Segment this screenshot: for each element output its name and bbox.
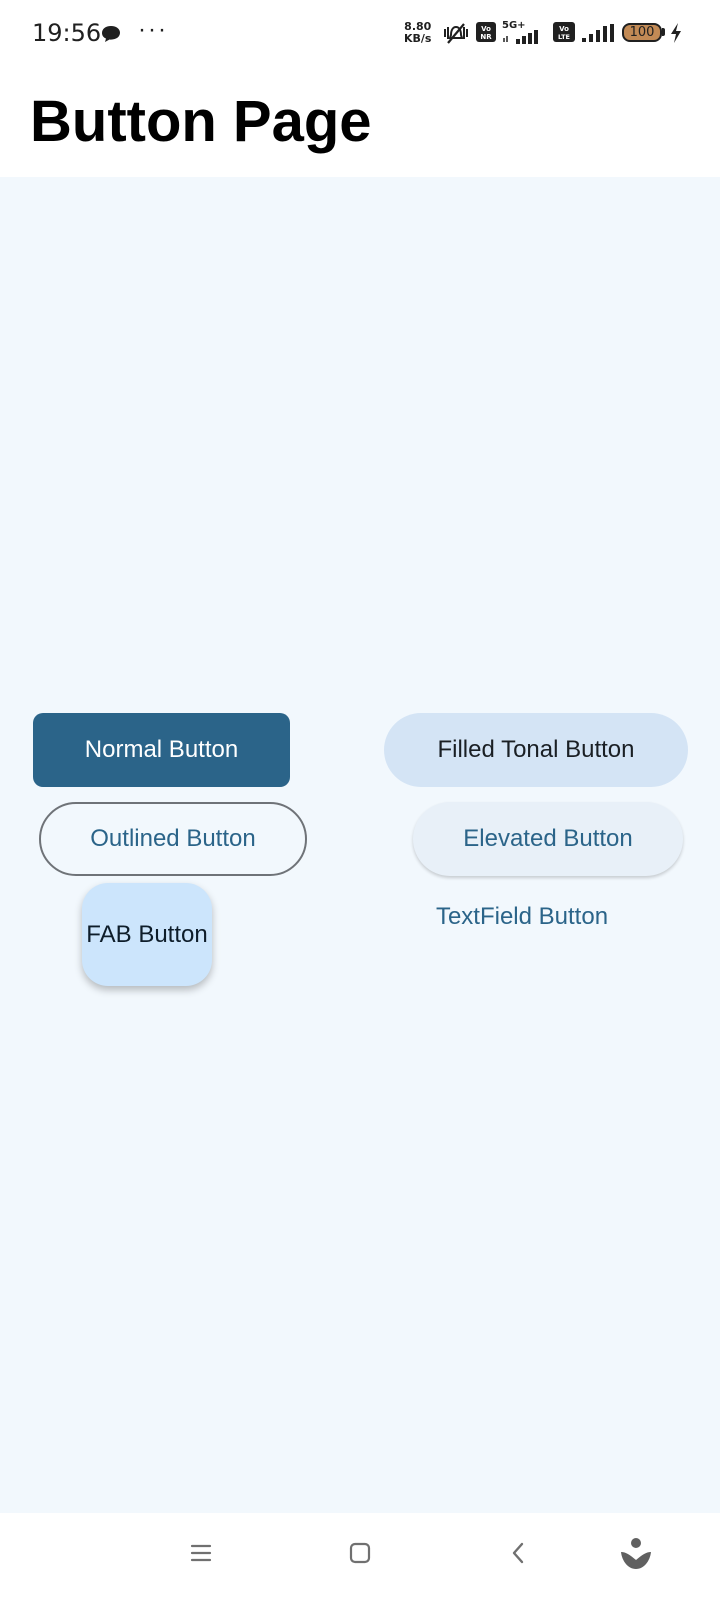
signal-icon: 5G+ <box>502 20 546 44</box>
svg-text:LTE: LTE <box>558 33 570 41</box>
elevated-button[interactable]: Elevated Button <box>413 802 683 876</box>
button-content-area: Normal Button Filled Tonal Button Outlin… <box>0 177 720 1513</box>
battery-tip <box>662 28 665 36</box>
assistant-icon[interactable] <box>620 1537 652 1571</box>
screen: 19:56 ··· 8.80 KB/s Vo NR 5G+ Vo LTE 100… <box>0 0 720 1600</box>
more-icon: ··· <box>138 16 168 43</box>
text-button[interactable]: TextField Button <box>418 887 626 947</box>
fab-button[interactable]: FAB Button <box>82 883 212 986</box>
volte-icon: Vo LTE <box>553 22 575 42</box>
vonr-icon: Vo NR <box>476 22 496 42</box>
vibrate-off-icon <box>444 23 468 44</box>
back-icon[interactable] <box>510 1541 526 1565</box>
menu-icon[interactable] <box>190 1543 212 1563</box>
svg-text:Vo: Vo <box>559 25 569 33</box>
status-bar: 19:56 ··· 8.80 KB/s Vo NR 5G+ Vo LTE 100 <box>0 0 720 66</box>
page-title: Button Page <box>30 89 372 154</box>
svg-text:NR: NR <box>480 33 492 41</box>
battery-icon: 100 <box>622 23 662 42</box>
charging-icon <box>671 23 681 43</box>
status-time: 19:56 <box>32 19 102 47</box>
svg-text:Vo: Vo <box>481 25 491 33</box>
top-app-bar: Button Page <box>0 66 720 177</box>
filled-tonal-button[interactable]: Filled Tonal Button <box>384 713 688 787</box>
network-speed-unit: KB/s <box>404 32 432 45</box>
outlined-button[interactable]: Outlined Button <box>39 802 307 876</box>
system-navigation-bar <box>0 1513 720 1600</box>
signal-icon <box>582 24 614 42</box>
normal-button[interactable]: Normal Button <box>33 713 290 787</box>
home-icon[interactable] <box>349 1542 371 1564</box>
message-icon <box>102 26 120 42</box>
network-speed: 8.80 KB/s <box>404 21 431 45</box>
